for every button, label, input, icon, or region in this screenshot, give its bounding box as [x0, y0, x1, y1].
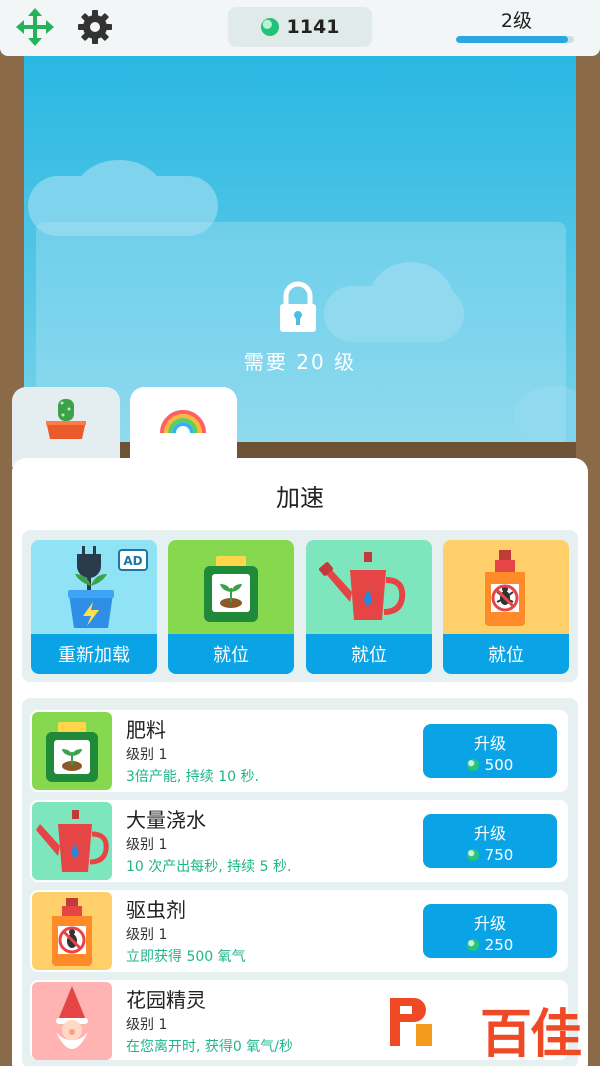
fertilizer-icon	[32, 712, 112, 790]
upgrade-button[interactable]: 升级 750	[423, 814, 557, 868]
coin-value: 1141	[286, 16, 340, 38]
watermark-text: 百佳	[479, 1006, 582, 1064]
upgrade-button[interactable]: 升级 500	[423, 724, 557, 778]
top-bar: 1141 2级	[0, 0, 600, 56]
upgrade-level: 级别 1	[126, 927, 168, 943]
svg-text:AD: AD	[123, 554, 142, 568]
fertilizer-icon	[168, 540, 294, 634]
boost-card-watering[interactable]: 就位	[306, 540, 432, 674]
upgrade-cost-value: 750	[484, 846, 514, 864]
upgrade-row-watering: 大量浇水 级别 1 10 次产出每秒, 持续 5 秒. 升级 750	[30, 800, 568, 882]
fertilizer-ready-button[interactable]: 就位	[168, 634, 294, 674]
coin-icon	[466, 939, 479, 951]
boost-card-fertilizer[interactable]: 就位	[168, 540, 294, 674]
upgrade-cost-value: 500	[484, 756, 514, 774]
unlock-requirement-text: 需要 20 级	[243, 350, 357, 374]
boost-card-bug-spray[interactable]: 就位	[443, 540, 569, 674]
move-arrows-icon[interactable]	[14, 6, 56, 48]
upgrade-description: 立即获得 500 氧气	[126, 949, 246, 965]
upgrade-cost: 250	[423, 936, 557, 954]
watering-ready-button[interactable]: 就位	[306, 634, 432, 674]
coin-icon	[260, 18, 279, 36]
tab-boosts[interactable]	[130, 387, 237, 467]
level-progress-bar	[456, 36, 574, 43]
cloud	[74, 160, 164, 230]
upgrade-name: 花园精灵	[126, 988, 206, 1012]
garden-gnome-icon	[32, 982, 112, 1060]
upgrade-button-label: 升级	[473, 914, 506, 933]
watermark-logo	[386, 994, 436, 1050]
upgrade-name: 肥料	[126, 718, 166, 742]
upgrade-level: 级别 1	[126, 837, 168, 853]
upgrade-cost: 500	[423, 756, 557, 774]
plant-plug-ad-icon: AD	[31, 540, 157, 634]
watering-can-icon	[32, 802, 112, 880]
boost-card-reload[interactable]: AD 重新加载	[31, 540, 157, 674]
panel-title: 加速	[276, 484, 324, 512]
rainbow-icon	[160, 410, 206, 434]
coin-icon	[466, 759, 479, 771]
reload-button[interactable]: 重新加载	[31, 634, 157, 674]
bug-spray-icon	[443, 540, 569, 634]
upgrade-description: 10 次产出每秒, 持续 5 秒.	[126, 859, 292, 875]
upgrade-row-fertilizer: 肥料 级别 1 3倍产能, 持续 10 秒. 升级 500	[30, 710, 568, 792]
lock-icon	[276, 280, 320, 334]
wood-frame-right	[576, 56, 600, 456]
upgrade-name: 大量浇水	[126, 808, 206, 832]
upgrade-button-label: 升级	[473, 734, 506, 753]
upgrade-row-bug-spray: 驱虫剂 级别 1 立即获得 500 氧气 升级 250	[30, 890, 568, 972]
player-level: 2级	[500, 10, 532, 32]
upgrade-button-label: 升级	[473, 824, 506, 843]
upgrade-level: 级别 1	[126, 1017, 168, 1033]
bug-spray-icon	[32, 892, 112, 970]
tab-plants[interactable]	[12, 387, 120, 467]
upgrade-cost-value: 250	[484, 936, 514, 954]
upgrade-level: 级别 1	[126, 747, 168, 763]
level-progress-fill	[456, 36, 569, 43]
upgrade-button[interactable]: 升级 250	[423, 904, 557, 958]
bug-spray-ready-button[interactable]: 就位	[443, 634, 569, 674]
gear-icon[interactable]	[74, 6, 116, 48]
upgrade-cost: 750	[423, 846, 557, 864]
coin-counter: 1141	[228, 7, 372, 47]
coin-icon	[466, 849, 479, 861]
upgrade-name: 驱虫剂	[126, 898, 186, 922]
watering-can-icon	[306, 540, 432, 634]
cactus-pot-icon	[46, 399, 86, 439]
upgrade-description: 3倍产能, 持续 10 秒.	[126, 769, 259, 785]
upgrade-description: 在您离开时, 获得0 氧气/秒	[126, 1039, 293, 1055]
